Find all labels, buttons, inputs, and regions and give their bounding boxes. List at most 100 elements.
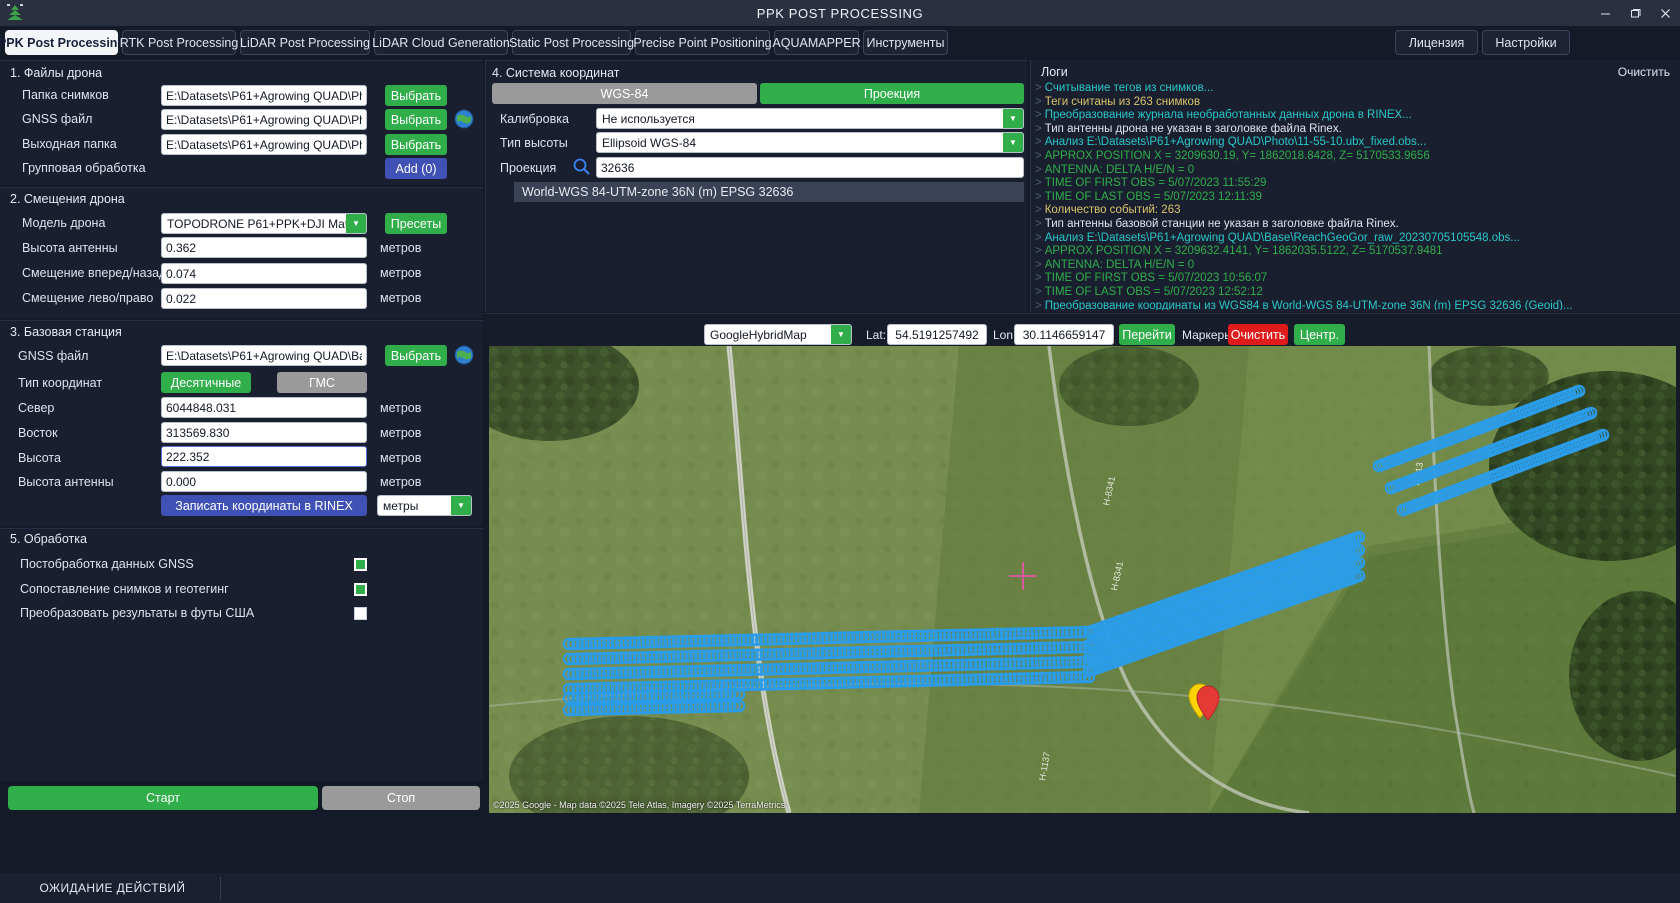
tab-lidar-cloud-generation[interactable]: LiDAR Cloud Generation xyxy=(372,30,510,55)
height-label: Высота xyxy=(18,451,61,465)
height-type-value: Ellipsoid WGS-84 xyxy=(602,135,697,150)
maximize-icon[interactable] xyxy=(1620,0,1650,26)
output-folder-browse-button[interactable]: Выбрать xyxy=(385,134,447,155)
section-title: 2. Смещения дрона xyxy=(10,192,125,206)
settings-button[interactable]: Настройки xyxy=(1482,30,1570,55)
stop-button[interactable]: Стоп xyxy=(322,786,480,810)
projection-suggestion-item[interactable]: World-WGS 84-UTM-zone 36N (m) EPSG 32636 xyxy=(514,182,1024,202)
antenna-height-input[interactable] xyxy=(161,237,367,258)
log-bullet: > xyxy=(1035,136,1042,149)
tab-label: Static Post Processing xyxy=(508,35,635,50)
lon-input[interactable] xyxy=(1014,324,1114,345)
stop-label: Стоп xyxy=(386,791,416,805)
photo-folder-input[interactable] xyxy=(161,85,367,106)
log-text: Анализ E:\Datasets\P61+Agrowing QUAD\Bas… xyxy=(1044,231,1520,244)
search-icon[interactable] xyxy=(572,157,592,182)
logs-clear-label: Очистить xyxy=(1617,65,1670,79)
start-button[interactable]: Старт xyxy=(8,786,318,810)
map-center-button[interactable]: Центр. xyxy=(1294,324,1345,345)
settings-label: Настройки xyxy=(1495,35,1557,50)
chevron-down-icon: ▼ xyxy=(346,214,366,233)
output-folder-input[interactable] xyxy=(161,134,367,155)
north-input[interactable] xyxy=(161,397,367,418)
drone-model-select[interactable]: TOPODRONE P61+PPK+DJI Matrice 3 ▼ xyxy=(161,213,367,234)
base-antenna-height-input[interactable] xyxy=(161,471,367,492)
tab-precise-point-positioning[interactable]: Precise Point Positioning xyxy=(633,30,772,55)
section-title: 3. Базовая станция xyxy=(10,325,122,339)
globe-icon[interactable] xyxy=(454,109,474,129)
tab-label: Инструменты xyxy=(866,35,945,50)
browse-label: Выбрать xyxy=(390,88,442,103)
photo-folder-browse-button[interactable]: Выбрать xyxy=(385,85,447,106)
proc-usfeet-checkbox[interactable] xyxy=(354,607,367,620)
base-gnss-file-input[interactable] xyxy=(161,345,367,366)
logs-clear-button[interactable]: Очистить xyxy=(1618,65,1670,79)
projection-search-input[interactable] xyxy=(596,157,1024,178)
log-bullet: > xyxy=(1035,95,1042,108)
write-coords-rinex-button[interactable]: Записать координаты в RINEX xyxy=(161,495,367,516)
height-input[interactable] xyxy=(161,446,367,467)
gnss-file-browse-button[interactable]: Выбрать xyxy=(385,109,447,130)
left-right-offset-unit: метров xyxy=(380,291,422,305)
forward-back-offset-label: Смещение вперед/назад xyxy=(22,266,167,280)
section-title: 1. Файлы дрона xyxy=(10,66,103,80)
log-text: Тип антенны базовой станции не указан в … xyxy=(1044,217,1399,230)
log-line: > Преобразование журнала необработанных д… xyxy=(1035,109,1680,123)
markers-clear-button[interactable]: Очистить xyxy=(1228,324,1288,345)
tab-ppk-post-processing[interactable]: PPK Post Processing xyxy=(0,30,125,55)
proc-geotag-checkbox[interactable] xyxy=(354,583,367,596)
base-gnss-browse-button[interactable]: Выбрать xyxy=(385,345,447,366)
map-view[interactable]: Р-113 Н-8341 Н-8341 Н-1137 ©2025 Google … xyxy=(489,346,1676,813)
tab-aquamapper[interactable]: AQUAMAPPER xyxy=(772,30,861,55)
east-input[interactable] xyxy=(161,422,367,443)
log-bullet: > xyxy=(1035,217,1042,230)
projection-field-label: Проекция xyxy=(500,161,557,175)
batch-add-button[interactable]: Add (0) xyxy=(385,158,447,179)
batch-processing-label: Групповая обработка xyxy=(22,161,146,175)
height-type-select[interactable]: Ellipsoid WGS-84 ▼ xyxy=(596,132,1024,153)
log-text: APPROX POSITION X = 3209632.4141, Y= 186… xyxy=(1044,245,1443,258)
units-select[interactable]: метры ▼ xyxy=(377,495,472,516)
presets-button[interactable]: Пресеты xyxy=(385,213,447,234)
chevron-down-icon: ▼ xyxy=(831,325,851,344)
left-right-offset-input[interactable] xyxy=(161,288,367,309)
mode-wgs84-button[interactable]: WGS-84 xyxy=(492,83,757,104)
log-bullet: > xyxy=(1035,299,1042,311)
map-provider-select[interactable]: GoogleHybridMap ▼ xyxy=(704,324,852,345)
log-bullet: > xyxy=(1035,258,1042,271)
coord-type-dms-button[interactable]: ГМС xyxy=(277,372,367,393)
log-line: > Преобразование координаты из WGS84 в Wo… xyxy=(1035,300,1680,311)
globe-icon[interactable] xyxy=(454,345,474,365)
browse-label: Выбрать xyxy=(390,348,442,363)
forward-back-offset-input[interactable] xyxy=(161,263,367,284)
proc-gnss-checkbox[interactable] xyxy=(354,558,367,571)
tab-static-post-processing[interactable]: Static Post Processing xyxy=(508,30,635,55)
log-line: > TIME OF FIRST OBS = 5/07/2023 10:56:07 xyxy=(1035,272,1680,286)
minimize-icon[interactable] xyxy=(1590,0,1620,26)
coord-type-decimal-button[interactable]: Десятичные xyxy=(161,372,251,393)
tab-label: RTK Post Processing xyxy=(119,35,239,50)
logs-title: Логи xyxy=(1041,65,1068,79)
log-text: Преобразование координаты из WGS84 в Wor… xyxy=(1044,299,1573,311)
goto-button[interactable]: Перейти xyxy=(1119,324,1175,345)
log-bullet: > xyxy=(1035,285,1042,298)
license-button[interactable]: Лицензия xyxy=(1395,30,1478,55)
section-drone-offsets: 2. Смещения дрона Модель дрона TOPODRONE… xyxy=(0,187,483,318)
log-text: Анализ E:\Datasets\P61+Agrowing QUAD\Pho… xyxy=(1044,136,1427,149)
mode-projection-button[interactable]: Проекция xyxy=(760,83,1024,104)
tab-rtk-post-processing[interactable]: RTK Post Processing xyxy=(119,30,239,55)
tab-instruments[interactable]: Инструменты xyxy=(863,30,948,55)
tab-lidar-post-processing[interactable]: LiDAR Post Processing xyxy=(240,30,370,55)
calibration-label: Калибровка xyxy=(500,112,569,126)
log-line: > Количество событий: 263 xyxy=(1035,204,1680,218)
gnss-file-input[interactable] xyxy=(161,109,367,130)
section-base-station: 3. Базовая станция GNSS файл Выбрать Тип… xyxy=(0,320,483,526)
logs-list[interactable]: > Считывание тегов из снимков... > Теги счи… xyxy=(1035,82,1680,310)
calibration-select[interactable]: Не используется ▼ xyxy=(596,108,1024,129)
units-value: метры xyxy=(383,498,419,513)
base-gnss-file-label: GNSS файл xyxy=(18,349,89,363)
close-icon[interactable] xyxy=(1650,0,1680,26)
lat-input[interactable] xyxy=(887,324,987,345)
left-right-offset-label: Смещение лево/право xyxy=(22,291,154,305)
clear-label: Очистить xyxy=(1230,327,1286,342)
